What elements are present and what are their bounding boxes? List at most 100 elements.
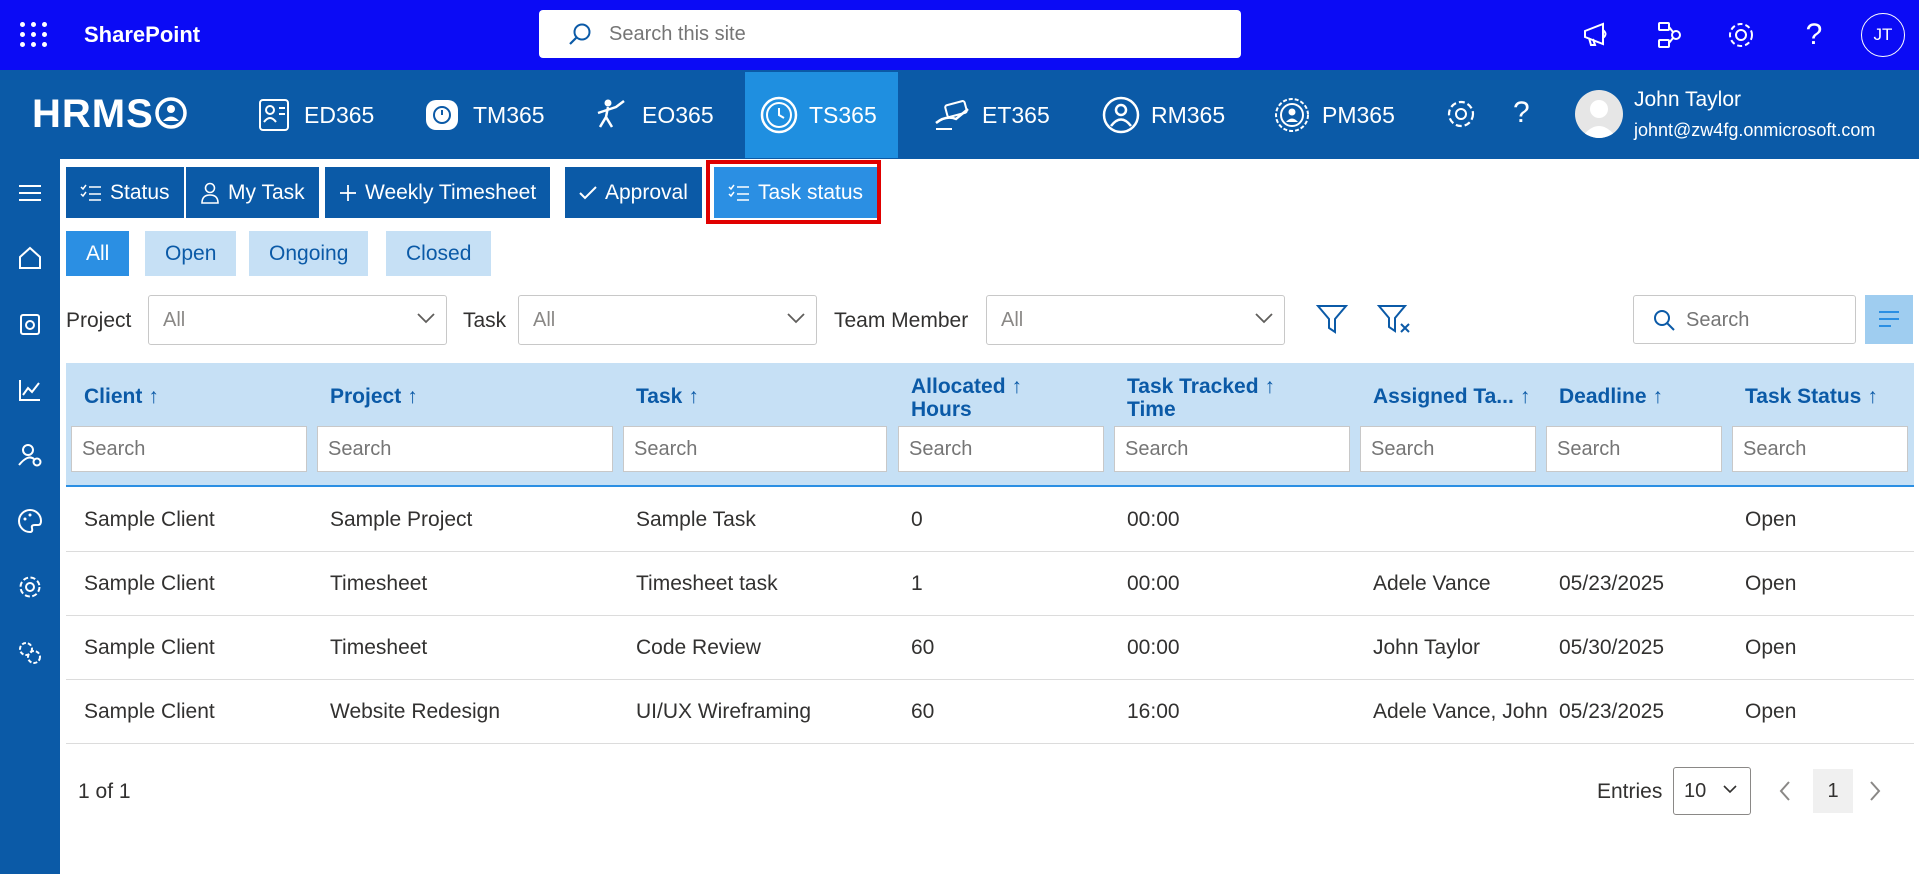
task-column-search[interactable] — [623, 426, 887, 472]
column-header-deadline[interactable]: Deadline ↑ — [1559, 385, 1663, 408]
column-header-label: Project — [330, 385, 402, 408]
column-header-label-line2: Time — [1127, 398, 1176, 421]
column-header-client[interactable]: Client ↑ — [84, 385, 159, 408]
filter-ongoing[interactable]: Ongoing — [249, 231, 369, 276]
cell-task: UI/UX Wireframing — [636, 700, 812, 723]
home-icon[interactable] — [16, 244, 44, 272]
column-menu-button[interactable] — [1865, 295, 1913, 344]
table-search-box[interactable] — [1633, 295, 1856, 344]
filter-closed[interactable]: Closed — [386, 231, 492, 276]
admin-settings-icon[interactable] — [16, 639, 44, 667]
module-rm365[interactable]: RM365 — [1087, 72, 1239, 158]
module-et365[interactable]: ET365 — [918, 72, 1064, 158]
employee-directory-icon — [254, 95, 294, 135]
onboarding-icon — [592, 95, 632, 135]
cell-tracked-time: 00:00 — [1127, 636, 1180, 659]
module-ed365[interactable]: ED365 — [240, 72, 388, 158]
filter-all[interactable]: All — [66, 231, 130, 276]
person-icon — [201, 182, 219, 204]
team-member-dropdown[interactable]: All — [986, 295, 1285, 345]
site-search-input[interactable] — [609, 20, 1209, 48]
sharepoint-title[interactable]: SharePoint — [84, 22, 200, 48]
client-column-search[interactable] — [71, 426, 307, 472]
next-page-icon[interactable] — [1868, 779, 1882, 803]
user-settings-icon[interactable] — [16, 441, 44, 469]
table-row[interactable]: Sample Client Sample Project Sample Task 0 0… — [66, 488, 1914, 552]
clear-filter-icon[interactable] — [1376, 302, 1412, 336]
settings-gear-icon[interactable] — [1724, 18, 1758, 52]
table-row[interactable]: Sample Client Timesheet Timesheet task 1 00:… — [66, 552, 1914, 616]
cell-task: Timesheet task — [636, 572, 778, 595]
tab-label: Weekly Timesheet — [365, 180, 537, 204]
cell-assigned-to: Adele Vance — [1373, 572, 1491, 595]
team-member-filter-label: Team Member — [834, 309, 969, 332]
entries-dropdown[interactable]: 10 — [1673, 767, 1751, 815]
tab-approval[interactable]: Approval — [565, 167, 702, 218]
tab-my-task[interactable]: My Task — [186, 167, 319, 218]
cell-tracked-time: 00:00 — [1127, 572, 1180, 595]
column-header-assigned-to[interactable]: Assigned Ta... ↑ — [1373, 385, 1530, 408]
module-label: PM365 — [1322, 101, 1395, 128]
hrms-logo-text: HRMS — [32, 92, 154, 136]
column-header-task-status[interactable]: Task Status ↑ — [1745, 385, 1878, 408]
palette-icon[interactable] — [16, 507, 44, 535]
site-search-box[interactable] — [539, 10, 1241, 58]
user-name: John Taylor — [1634, 88, 1742, 111]
cell-tracked-time: 00:00 — [1127, 508, 1180, 531]
task-dropdown-value: All — [533, 309, 556, 331]
column-header-task[interactable]: Task ↑ — [636, 385, 699, 408]
cell-project: Timesheet — [330, 572, 428, 595]
hamburger-menu-icon[interactable] — [16, 179, 44, 207]
column-header-task-tracked-time[interactable]: Task Tracked ↑ Time — [1127, 375, 1275, 421]
chart-icon[interactable] — [16, 376, 44, 404]
cell-client: Sample Client — [84, 636, 215, 659]
hrms-settings-gear-icon[interactable] — [1443, 96, 1479, 132]
task-dropdown[interactable]: All — [518, 295, 817, 345]
table-search-input[interactable] — [1686, 307, 1846, 333]
hrms-help-icon[interactable]: ? — [1513, 96, 1530, 130]
user-avatar[interactable] — [1575, 90, 1623, 138]
settings-icon[interactable] — [16, 573, 44, 601]
tracked-time-column-search[interactable] — [1114, 426, 1350, 472]
user-initials-avatar[interactable]: JT — [1861, 13, 1905, 57]
project-dropdown[interactable]: All — [148, 295, 447, 345]
table-row[interactable]: Sample Client Website Redesign UI/UX Wiref… — [66, 680, 1914, 744]
table-row[interactable]: Sample Client Timesheet Code Review 60 00:00… — [66, 616, 1914, 680]
module-label: ED365 — [304, 101, 375, 128]
app-launcher-icon[interactable] — [20, 22, 48, 48]
module-tm365[interactable]: TM365 — [409, 72, 559, 158]
column-header-project[interactable]: Project ↑ — [330, 385, 418, 408]
allocated-hours-column-search[interactable] — [898, 426, 1104, 472]
column-header-label: Task — [636, 385, 683, 408]
module-ts365[interactable]: TS365 — [745, 72, 898, 158]
filter-open[interactable]: Open — [145, 231, 237, 276]
filter-icon[interactable] — [1315, 302, 1349, 336]
timesheet-icon[interactable] — [16, 310, 44, 338]
help-icon[interactable]: ? — [1797, 18, 1831, 52]
project-column-search[interactable] — [317, 426, 613, 472]
module-pm365[interactable]: PM365 — [1258, 72, 1409, 158]
tab-weekly-timesheet[interactable]: Weekly Timesheet — [325, 167, 551, 218]
cell-assigned-to: John Taylor — [1373, 636, 1481, 659]
cell-task-status: Open — [1745, 508, 1797, 531]
page-number-button[interactable]: 1 — [1813, 769, 1853, 813]
task-status-highlight-box — [706, 160, 881, 224]
chevron-down-icon — [787, 313, 805, 324]
share-connect-icon[interactable] — [1651, 18, 1685, 52]
assigned-to-column-search[interactable] — [1360, 426, 1536, 472]
deadline-column-search[interactable] — [1546, 426, 1722, 472]
cell-task-status: Open — [1745, 636, 1797, 659]
hrms-logo[interactable]: HRMS — [32, 92, 188, 137]
left-sidebar — [0, 159, 60, 874]
module-eo365[interactable]: EO365 — [578, 72, 728, 158]
task-status-column-search[interactable] — [1732, 426, 1908, 472]
column-header-label: Client — [84, 385, 143, 408]
megaphone-icon[interactable] — [1579, 18, 1613, 52]
column-header-allocated-hours[interactable]: Allocated ↑ Hours — [911, 375, 1022, 421]
cell-task-status: Open — [1745, 572, 1797, 595]
cell-task: Code Review — [636, 636, 761, 659]
sort-arrow-icon: ↑ — [1519, 385, 1531, 408]
table-header: Client ↑ Project ↑ Task ↑ Allocated ↑ Hours T… — [66, 363, 1914, 487]
previous-page-icon[interactable] — [1778, 779, 1792, 803]
tab-status[interactable]: Status — [66, 167, 184, 218]
